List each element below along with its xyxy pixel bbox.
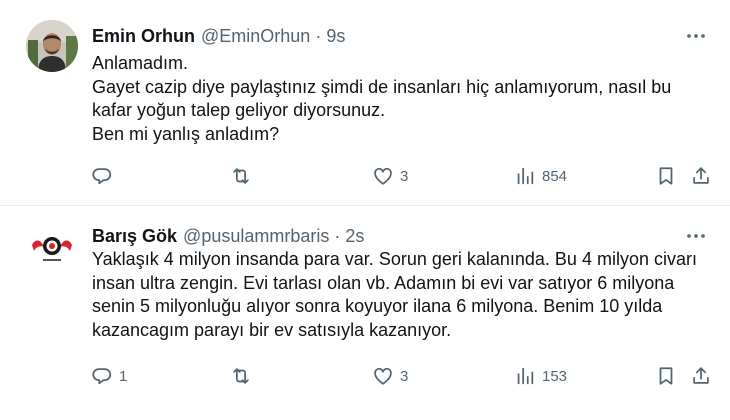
profile-photo [26, 20, 78, 72]
like-button[interactable]: 3 [372, 364, 408, 388]
display-name[interactable]: Barış Gök [92, 226, 177, 247]
more-options-button[interactable] [686, 226, 706, 246]
like-button[interactable]: 3 [372, 164, 408, 188]
views-button[interactable]: 854 [514, 164, 567, 188]
reply-button[interactable] [91, 164, 119, 188]
view-count: 854 [542, 167, 568, 185]
more-options-button[interactable] [686, 26, 706, 46]
bookmark-icon [659, 167, 673, 185]
share-icon [693, 167, 709, 184]
heart-icon [374, 167, 392, 185]
tweet-header: Emin Orhun @EminOrhun · 9s [92, 24, 345, 48]
retweet-icon [233, 168, 249, 184]
reply-count: 1 [119, 367, 128, 385]
action-bar: 3 854 [0, 164, 730, 188]
reply-icon [92, 368, 112, 385]
tweet[interactable]: Emin Orhun @EminOrhun · 9s Anlamadım. Ga… [0, 0, 730, 206]
display-name[interactable]: Emin Orhun [92, 26, 195, 47]
bookmark-button[interactable] [655, 164, 677, 188]
timestamp[interactable]: 2s [345, 226, 364, 247]
like-count: 3 [400, 367, 409, 385]
views-button[interactable]: 153 [514, 364, 567, 388]
separator-dot: · [315, 25, 322, 46]
action-bar: 1 3 153 [0, 364, 730, 388]
share-icon [693, 367, 709, 384]
reply-icon [92, 168, 112, 185]
username-handle[interactable]: @EminOrhun [201, 26, 310, 47]
tweet-text: Yaklaşık 4 milyon insanda para var. Soru… [92, 248, 712, 342]
view-count: 153 [542, 367, 568, 385]
more-horizontal-icon [687, 234, 705, 238]
tweet-line: Gayet cazip diye paylaştınız şimdi de in… [92, 76, 672, 97]
retweet-button[interactable] [230, 364, 258, 388]
reply-button[interactable]: 1 [91, 364, 127, 388]
retweet-icon [233, 368, 249, 384]
tweet-line: Ben mi yanlış anladım? [92, 123, 280, 144]
bookmark-icon [659, 367, 673, 385]
profile-logo [26, 221, 78, 273]
share-button[interactable] [690, 164, 712, 188]
more-horizontal-icon [687, 34, 705, 38]
tweet-header: Barış Gök @pusulammrbaris · 2s [92, 224, 364, 248]
username-handle[interactable]: @pusulammrbaris [183, 226, 329, 247]
views-chart-icon [517, 367, 534, 385]
views-chart-icon [517, 167, 534, 185]
tweet-line: kafar yoğun talep geliyor diyorsunuz. [92, 100, 386, 120]
bookmark-button[interactable] [655, 364, 677, 388]
tweet-line: senin 5 milyonluğu alıyor sonra koyuyor … [92, 296, 663, 316]
timestamp[interactable]: 9s [326, 26, 345, 47]
tweet-line: insan ultra zengin. Evi tarlası olan vb.… [92, 272, 675, 293]
heart-icon [374, 367, 392, 385]
tweet-text: Anlamadım. Gayet cazip diye paylaştınız … [92, 52, 712, 146]
tweet-line: Yaklaşık 4 milyon insanda para var. Soru… [92, 249, 697, 269]
separator-dot: · [334, 225, 341, 246]
tweet[interactable]: Barış Gök @pusulammrbaris · 2s Yaklaşık … [0, 206, 730, 420]
tweet-line: Anlamadım. [92, 53, 189, 73]
retweet-button[interactable] [230, 164, 258, 188]
avatar[interactable] [26, 221, 78, 273]
avatar[interactable] [26, 20, 78, 72]
tweet-line: kazancagım parayı bir ev satısıyla kazan… [92, 319, 452, 340]
like-count: 3 [400, 167, 409, 185]
share-button[interactable] [690, 364, 712, 388]
